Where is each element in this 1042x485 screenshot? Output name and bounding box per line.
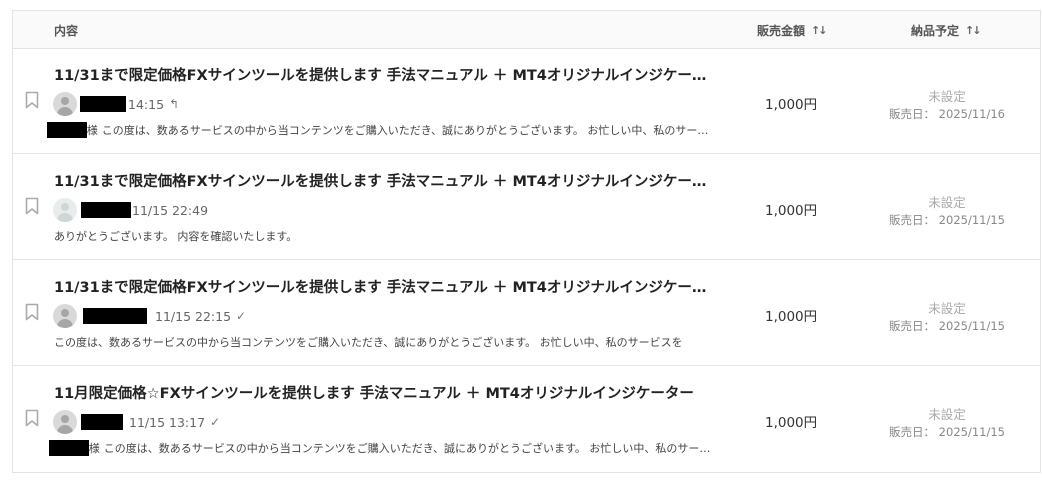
message-snippet[interactable]: ありがとうございます。 内容を確認いたします。 [54,228,718,244]
avatar[interactable] [53,410,77,434]
snippet-text: この度は、数あるサービスの中から当コンテンツをご購入いただき、誠にありがとうござ… [103,442,713,455]
bookmark-icon[interactable] [25,91,39,109]
header-price-label: 販売金額 [757,24,806,38]
row-meta: 14:15 ↰ [53,92,179,116]
bookmark-icon[interactable] [25,197,39,215]
table-header: 内容 販売金額 ↑↓ 納品予定 ↑↓ [13,11,1040,49]
check-icon: ✓ [236,309,247,323]
message-time: 11/15 22:15 [155,308,232,324]
row-title[interactable]: 11/31まで限定価格FXサインツールを提供します 手法マニュアル ＋ MT4オ… [54,170,718,191]
row-meta: 11/15 13:17 ✓ [53,410,220,434]
redacted-username [49,440,89,456]
transactions-table: 内容 販売金額 ↑↓ 納品予定 ↑↓ 11/31まで限定価格FXサインツールを提… [12,10,1041,473]
delivery-status: 未設定 [928,89,966,104]
header-content: 内容 [54,24,79,38]
redacted-username [47,122,87,138]
snippet-suffix: 様 [88,442,100,455]
redacted-username [80,96,126,112]
avatar[interactable] [53,304,77,328]
bookmark-icon[interactable] [25,303,39,321]
table-row[interactable]: 11/31まで限定価格FXサインツールを提供します 手法マニュアル ＋ MT4オ… [13,154,1040,260]
row-price: 1,000円 [765,309,818,325]
row-meta: 11/15 22:15 ✓ [53,304,246,328]
avatar[interactable] [53,198,77,222]
avatar[interactable] [53,92,77,116]
message-time: 11/15 13:17 [129,414,206,430]
row-price: 1,000円 [765,415,818,431]
row-price: 1,000円 [765,97,818,113]
table-row[interactable]: 11/31まで限定価格FXサインツールを提供します 手法マニュアル ＋ MT4オ… [13,260,1040,366]
row-title[interactable]: 11/31まで限定価格FXサインツールを提供します 手法マニュアル ＋ MT4オ… [54,64,718,85]
header-delivery-sort[interactable]: 納品予定 ↑↓ [911,22,982,39]
sale-date: 販売日： 2025/11/15 [889,425,1005,439]
message-time: 11/15 22:49 [132,202,209,218]
snippet-suffix: 様 [86,124,98,137]
row-price: 1,000円 [765,203,818,219]
snippet-text: この度は、数あるサービスの中から当コンテンツをご購入いただき、誠にありがとうござ… [101,124,711,137]
bookmark-icon[interactable] [25,409,39,427]
header-price-sort[interactable]: 販売金額 ↑↓ [757,22,828,39]
message-snippet[interactable]: 様 この度は、数あるサービスの中から当コンテンツをご購入いただき、誠にありがとう… [47,122,711,138]
delivery-status: 未設定 [928,301,966,316]
sale-date: 販売日： 2025/11/15 [889,319,1005,333]
delivery-status: 未設定 [928,195,966,210]
message-time: 14:15 [128,96,165,112]
sort-arrows-icon[interactable]: ↑↓ [965,24,982,37]
sale-date: 販売日： 2025/11/16 [889,107,1005,121]
header-delivery-label: 納品予定 [911,24,960,38]
redacted-username [83,308,147,324]
row-title[interactable]: 11/31まで限定価格FXサインツールを提供します 手法マニュアル ＋ MT4オ… [54,276,718,297]
redacted-username [81,202,131,218]
sale-date: 販売日： 2025/11/15 [889,213,1005,227]
check-icon: ✓ [210,415,221,429]
table-row[interactable]: 11/31まで限定価格FXサインツールを提供します 手法マニュアル ＋ MT4オ… [13,48,1040,154]
redacted-username [81,414,123,430]
table-row[interactable]: 11月限定価格☆FXサインツールを提供します 手法マニュアル ＋ MT4オリジナ… [13,366,1040,472]
reply-icon: ↰ [169,97,180,111]
message-snippet[interactable]: 様 この度は、数あるサービスの中から当コンテンツをご購入いただき、誠にありがとう… [49,440,713,456]
row-meta: 11/15 22:49 [53,198,208,222]
row-title[interactable]: 11月限定価格☆FXサインツールを提供します 手法マニュアル ＋ MT4オリジナ… [54,382,718,403]
sort-arrows-icon[interactable]: ↑↓ [811,24,828,37]
snippet-text: ありがとうございます。 内容を確認いたします。 [54,230,298,243]
delivery-status: 未設定 [928,407,966,422]
message-snippet[interactable]: この度は、数あるサービスの中から当コンテンツをご購入いただき、誠にありがとうござ… [54,334,718,350]
snippet-text: この度は、数あるサービスの中から当コンテンツをご購入いただき、誠にありがとうござ… [54,336,683,349]
